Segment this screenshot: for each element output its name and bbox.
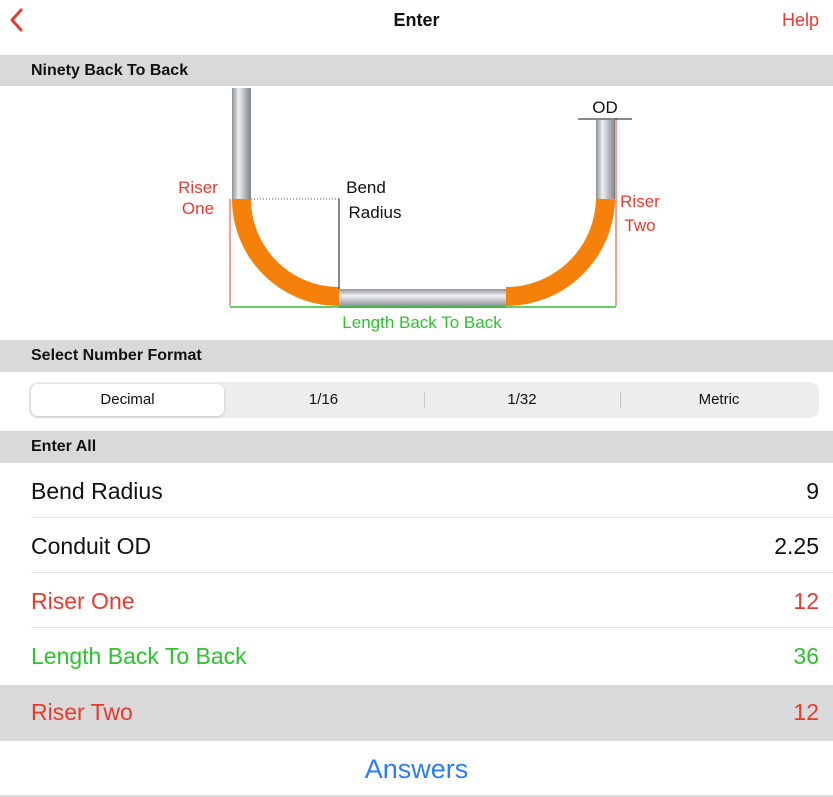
field-label: Bend Radius	[31, 478, 163, 504]
riser-one-label-2: One	[182, 199, 214, 218]
field-value: 12	[793, 699, 819, 725]
format-option-metric[interactable]: Metric	[621, 384, 817, 416]
riser-two-label-2: Two	[624, 216, 655, 235]
riser-one-label-1: Riser	[178, 178, 218, 197]
ninety-back-to-back-diagram: Riser One Bend Radius OD Riser Two Lengt…	[178, 88, 660, 332]
right-bend	[505, 198, 615, 306]
row-separator	[31, 627, 833, 628]
number-format-segmented-control: Decimal 1/16 1/32 Metric	[29, 382, 819, 418]
field-value: 2.25	[774, 533, 819, 559]
field-value: 36	[793, 643, 819, 669]
field-label: Riser One	[31, 588, 135, 614]
field-label: Conduit OD	[31, 533, 152, 559]
field-row-riser-two[interactable]: Riser Two 12	[0, 685, 833, 741]
field-row-conduit-od[interactable]: Conduit OD 2.25	[0, 519, 833, 573]
field-row-length-back-to-back[interactable]: Length Back To Back 36	[0, 629, 833, 683]
navigation-bar: Enter Help	[0, 0, 833, 44]
section-header-number-format: Select Number Format	[0, 340, 833, 372]
riser-two-label-1: Riser	[620, 192, 660, 211]
bend-radius-label-1: Bend	[346, 178, 386, 197]
field-value: 9	[806, 478, 819, 504]
answers-button[interactable]: Answers	[0, 742, 833, 796]
field-label: Length Back To Back	[31, 643, 247, 669]
od-label: OD	[592, 98, 618, 117]
bend-radius-label-2: Radius	[349, 203, 402, 222]
field-row-bend-radius[interactable]: Bend Radius 9	[0, 464, 833, 518]
row-separator	[31, 517, 833, 518]
right-riser-pipe	[596, 120, 615, 199]
section-header-diagram: Ninety Back To Back	[0, 55, 833, 86]
section-header-enter-all: Enter All	[0, 431, 833, 463]
format-option-1-16[interactable]: 1/16	[226, 384, 421, 416]
row-separator	[31, 572, 833, 573]
help-button[interactable]: Help	[782, 10, 819, 31]
field-row-riser-one[interactable]: Riser One 12	[0, 574, 833, 628]
field-label: Riser Two	[31, 699, 133, 725]
bottom-straight-pipe	[339, 289, 506, 308]
length-back-to-back-label: Length Back To Back	[342, 313, 502, 332]
page-title: Enter	[393, 10, 440, 30]
field-value: 12	[793, 588, 819, 614]
format-option-decimal[interactable]: Decimal	[31, 384, 224, 416]
format-option-1-32[interactable]: 1/32	[425, 384, 619, 416]
number-format-area: Decimal 1/16 1/32 Metric	[0, 373, 833, 431]
left-bend	[232, 198, 340, 306]
left-riser-pipe	[232, 88, 251, 199]
